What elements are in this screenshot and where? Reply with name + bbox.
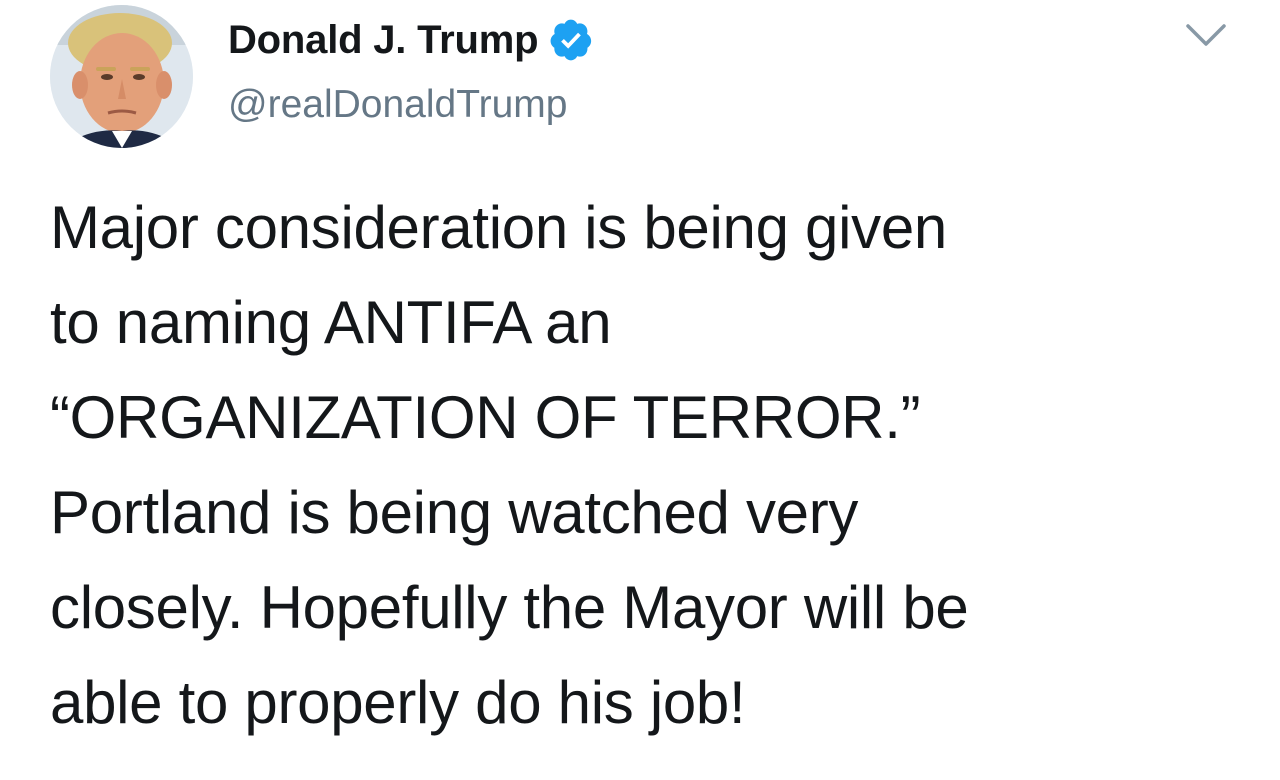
author-handle[interactable]: @realDonaldTrump: [228, 80, 567, 130]
tweet-text: Major consideration is being given to na…: [50, 194, 969, 736]
author-name-row: Donald J. Trump: [228, 14, 594, 66]
verified-badge-icon: [548, 17, 594, 63]
author-display-name[interactable]: Donald J. Trump: [228, 14, 539, 66]
tweet-card: Donald J. Trump @realDonaldTrump Major c…: [0, 0, 1280, 780]
author-avatar[interactable]: [50, 5, 193, 148]
avatar-image: [50, 5, 193, 148]
chevron-down-icon[interactable]: [1182, 18, 1230, 50]
